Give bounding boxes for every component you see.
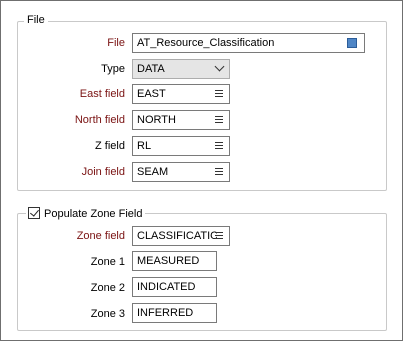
zone2-input[interactable]: INDICATED	[132, 277, 217, 297]
checkmark-icon	[30, 207, 39, 217]
zone1-value: MEASURED	[137, 255, 200, 267]
north-field-input[interactable]: NORTH	[132, 110, 230, 130]
z-field-label: Z field	[95, 140, 125, 152]
zone3-value: INFERRED	[137, 307, 194, 319]
zone1-label: Zone 1	[90, 256, 125, 268]
browse-file-icon[interactable]	[347, 38, 357, 48]
zone2-label: Zone 2	[90, 282, 125, 294]
east-field-value: EAST	[137, 88, 166, 100]
dialog-window: File File AT_Resource_Classification Typ…	[0, 0, 403, 341]
list-icon[interactable]	[215, 168, 223, 176]
list-icon[interactable]	[215, 232, 223, 240]
populate-zone-label: Populate Zone Field	[44, 208, 143, 220]
join-field-value: SEAM	[137, 166, 169, 178]
join-field-label: Join field	[81, 166, 125, 178]
zone2-value: INDICATED	[137, 281, 196, 293]
north-field-value: NORTH	[137, 114, 176, 126]
file-group-title: File	[24, 14, 48, 27]
chevron-down-icon	[214, 61, 225, 72]
zone-field-label: Zone field	[76, 230, 125, 242]
populate-zone-checkbox[interactable]	[28, 207, 40, 219]
north-field-label: North field	[74, 114, 125, 126]
east-field-input[interactable]: EAST	[132, 84, 230, 104]
zone3-input[interactable]: INFERRED	[132, 303, 217, 323]
list-icon[interactable]	[215, 90, 223, 98]
z-field-value: RL	[137, 140, 152, 152]
type-dropdown-value: DATA	[137, 63, 165, 75]
type-label: Type	[101, 63, 125, 75]
list-icon[interactable]	[215, 116, 223, 124]
file-label: File	[107, 37, 125, 49]
zone-field-input[interactable]: CLASSIFICATIO	[132, 226, 230, 246]
z-field-input[interactable]: RL	[132, 136, 230, 156]
file-input[interactable]: AT_Resource_Classification	[132, 33, 365, 53]
type-dropdown[interactable]: DATA	[132, 59, 230, 79]
east-field-label: East field	[79, 88, 125, 100]
zone1-input[interactable]: MEASURED	[132, 251, 217, 271]
zone-group-header[interactable]: Populate Zone Field	[26, 207, 146, 221]
list-icon[interactable]	[215, 142, 223, 150]
zone3-label: Zone 3	[90, 308, 125, 320]
join-field-input[interactable]: SEAM	[132, 162, 230, 182]
file-input-value: AT_Resource_Classification	[137, 37, 275, 49]
zone-field-value: CLASSIFICATIO	[137, 230, 217, 242]
